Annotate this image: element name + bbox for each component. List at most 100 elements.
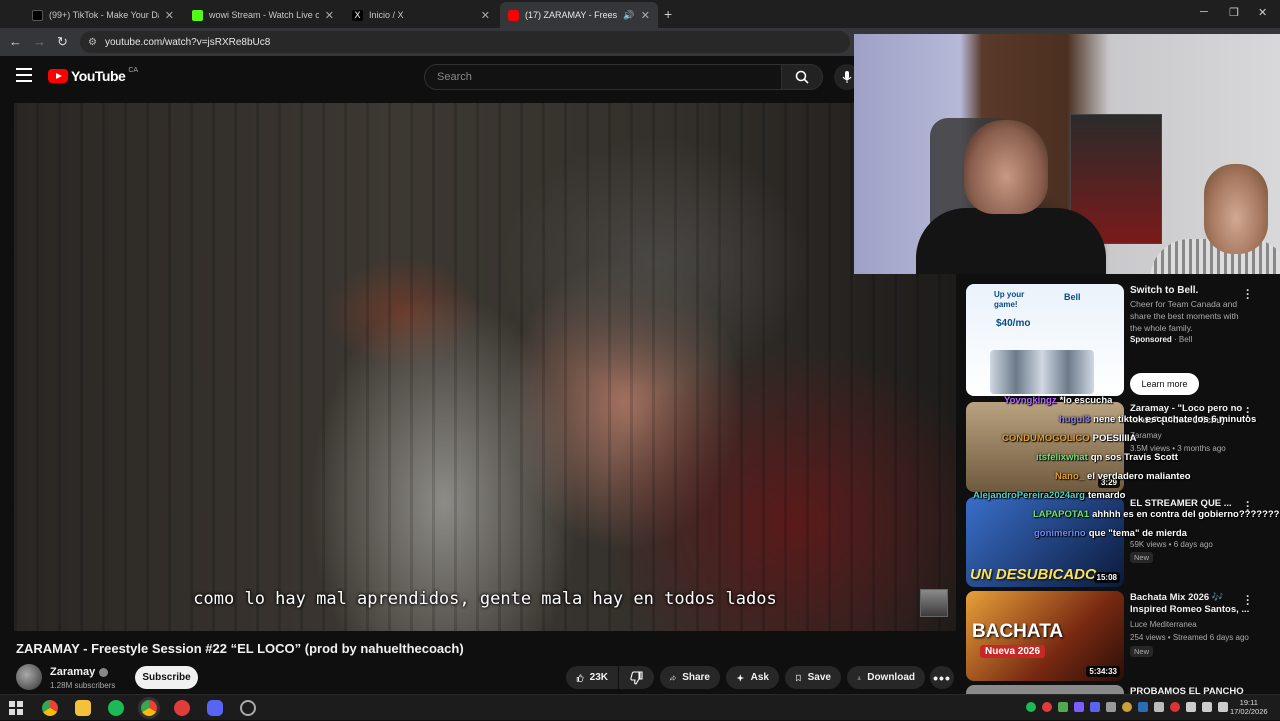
volume-icon[interactable] xyxy=(1202,702,1212,712)
search-button[interactable] xyxy=(781,64,823,90)
menu-icon[interactable] xyxy=(16,68,32,82)
recommendation-meta: 254 views • Streamed 6 days ago xyxy=(1130,633,1249,642)
close-tab-icon[interactable]: ✕ xyxy=(325,9,334,22)
recommendation-channel[interactable]: Luce Mediterranea xyxy=(1130,620,1197,629)
share-button[interactable]: Share xyxy=(660,666,720,689)
more-actions-button[interactable]: ••• xyxy=(930,666,954,689)
more-vertical-icon[interactable]: · · · xyxy=(1245,590,1251,610)
thumbs-down-icon xyxy=(629,670,643,685)
spotify-icon[interactable] xyxy=(108,700,124,716)
recommendation-title[interactable]: Bachata Mix 2026 🎶 Inspired Romeo Santos… xyxy=(1130,592,1254,616)
battery-icon[interactable] xyxy=(1218,702,1228,712)
learn-more-button[interactable]: Learn more xyxy=(1130,373,1199,395)
tab-youtube[interactable]: (17) ZARAMAY - Freestyle Session 🔊 ✕ xyxy=(500,2,658,28)
video-player[interactable]: como lo hay mal aprendidos, gente mala h… xyxy=(14,103,956,631)
ask-button[interactable]: Ask xyxy=(726,666,779,689)
tray-app-icon[interactable] xyxy=(1122,702,1132,712)
youtube-header: YouTube CA Search xyxy=(0,56,860,98)
chat-message: Yovngkingz *lo escucha xyxy=(1004,395,1113,406)
browser-tab-bar: (99+) TikTok - Make Your Day ✕ wowi Stre… xyxy=(0,0,1280,28)
ad-sponsored-label: Sponsored · Bell xyxy=(1130,335,1193,344)
streamer-face xyxy=(964,120,1048,214)
restore-icon[interactable]: ❐ xyxy=(1229,6,1239,19)
download-button[interactable]: Download xyxy=(847,666,925,689)
chat-message: CONDUMOGOLICO POESIIIIA xyxy=(1002,433,1137,444)
tray-spotify-icon[interactable] xyxy=(1026,702,1036,712)
search-input[interactable]: Search xyxy=(424,64,782,90)
network-icon[interactable] xyxy=(1186,702,1196,712)
channel-watermark[interactable] xyxy=(920,589,948,617)
tray-app-icon[interactable] xyxy=(1154,702,1164,712)
recommendation-thumbnail[interactable]: BACHATA Nueva 2026 5:34:33 xyxy=(966,591,1124,681)
save-button[interactable]: Save xyxy=(785,666,841,689)
video-caption: como lo hay mal aprendidos, gente mala h… xyxy=(193,589,777,609)
ad-title[interactable]: Switch to Bell. xyxy=(1130,285,1198,296)
subscriber-count: 1.28M subscribers xyxy=(50,681,116,690)
recommendation-thumbnail[interactable] xyxy=(966,685,1124,694)
reload-icon[interactable]: ↻ xyxy=(57,34,68,50)
tab-tiktok[interactable]: (99+) TikTok - Make Your Day ✕ xyxy=(24,2,182,28)
chat-message: LAPAPOTA1 ahhhh es en contra del gobierno… xyxy=(1033,509,1280,520)
discord-icon[interactable] xyxy=(207,700,223,716)
youtube-play-icon xyxy=(48,69,68,83)
kick-icon xyxy=(192,9,203,21)
tab-kick[interactable]: wowi Stream - Watch Live on Kick ✕ xyxy=(184,2,342,28)
close-tab-icon[interactable]: ✕ xyxy=(481,9,490,22)
site-info-icon[interactable]: ⚙ xyxy=(88,37,97,48)
chat-message: gonimerino que "tema" de mierda xyxy=(1034,528,1187,539)
taskbar: 19:11 17/02/2026 xyxy=(0,694,1280,720)
share-icon xyxy=(670,674,677,681)
tray-app-icon[interactable] xyxy=(1042,702,1052,712)
recommendation-meta: 59K views • 6 days ago xyxy=(1130,540,1213,549)
windows-start-icon[interactable] xyxy=(8,700,24,716)
ad-description: Cheer for Team Canada and share the best… xyxy=(1130,299,1239,333)
ad-thumbnail[interactable]: Up your game! Bell $40/mo xyxy=(966,284,1124,396)
dislike-button[interactable] xyxy=(619,666,654,689)
url-field[interactable]: ⚙ youtube.com/watch?v=jsRXRe8bUc8 xyxy=(80,31,850,53)
verified-icon xyxy=(99,667,109,677)
close-window-icon[interactable]: ✕ xyxy=(1258,6,1267,19)
download-icon xyxy=(857,675,861,680)
subscribe-button[interactable]: Subscribe xyxy=(135,666,198,689)
app-icon[interactable] xyxy=(174,700,190,716)
video-title: ZARAMAY - Freestyle Session #22 “EL LOCO… xyxy=(16,641,464,656)
chat-message: AlejandroPereira2024arg temardo xyxy=(973,490,1126,501)
obs-icon[interactable] xyxy=(240,700,256,716)
new-tab-icon[interactable]: + xyxy=(664,6,672,22)
bookmark-icon xyxy=(796,674,801,681)
youtube-logo[interactable]: YouTube CA xyxy=(48,67,138,84)
more-vertical-icon[interactable]: · · · xyxy=(1245,284,1251,304)
tray-app-icon[interactable] xyxy=(1074,702,1084,712)
close-tab-icon[interactable]: ✕ xyxy=(165,9,174,22)
thumbs-up-icon xyxy=(576,673,584,682)
file-explorer-icon[interactable] xyxy=(75,700,91,716)
channel-avatar[interactable] xyxy=(16,664,42,690)
chat-message: Nano_ el verdadero malianteo xyxy=(1055,471,1191,482)
more-horizontal-icon: ••• xyxy=(933,669,951,686)
tray-discord-icon[interactable] xyxy=(1090,702,1100,712)
forward-icon[interactable]: → xyxy=(33,34,46,49)
taskbar-clock[interactable]: 19:11 17/02/2026 xyxy=(1230,698,1268,716)
tray-steam-icon[interactable] xyxy=(1138,702,1148,712)
minimize-icon[interactable]: ─ xyxy=(1200,6,1208,18)
speaker-icon[interactable]: 🔊 xyxy=(623,10,634,21)
like-button[interactable]: 23K xyxy=(566,666,618,689)
chat-message: hugui3 nene tiktok escuchate los 6 minuto… xyxy=(1059,414,1257,425)
ad-phones-image xyxy=(990,350,1094,394)
tray-app-icon[interactable] xyxy=(1170,702,1180,712)
tab-x[interactable]: X Inicio / X ✕ xyxy=(344,2,498,28)
search-icon xyxy=(795,70,809,84)
chat-message: itsfelixwhat qn sos Travis Scott xyxy=(1036,452,1178,463)
channel-name[interactable]: Zaramay xyxy=(50,666,109,678)
tray-app-icon[interactable] xyxy=(1106,702,1116,712)
back-icon[interactable]: ← xyxy=(9,34,22,49)
new-badge: New xyxy=(1130,646,1154,657)
close-tab-icon[interactable]: ✕ xyxy=(641,9,650,22)
chrome-icon[interactable] xyxy=(42,700,58,716)
chrome-active-icon[interactable] xyxy=(141,700,157,716)
microphone-icon xyxy=(842,71,852,83)
tray-app-icon[interactable] xyxy=(1058,702,1068,712)
youtube-icon xyxy=(508,9,519,21)
sparkle-icon xyxy=(736,673,745,682)
video-frame xyxy=(14,103,956,631)
